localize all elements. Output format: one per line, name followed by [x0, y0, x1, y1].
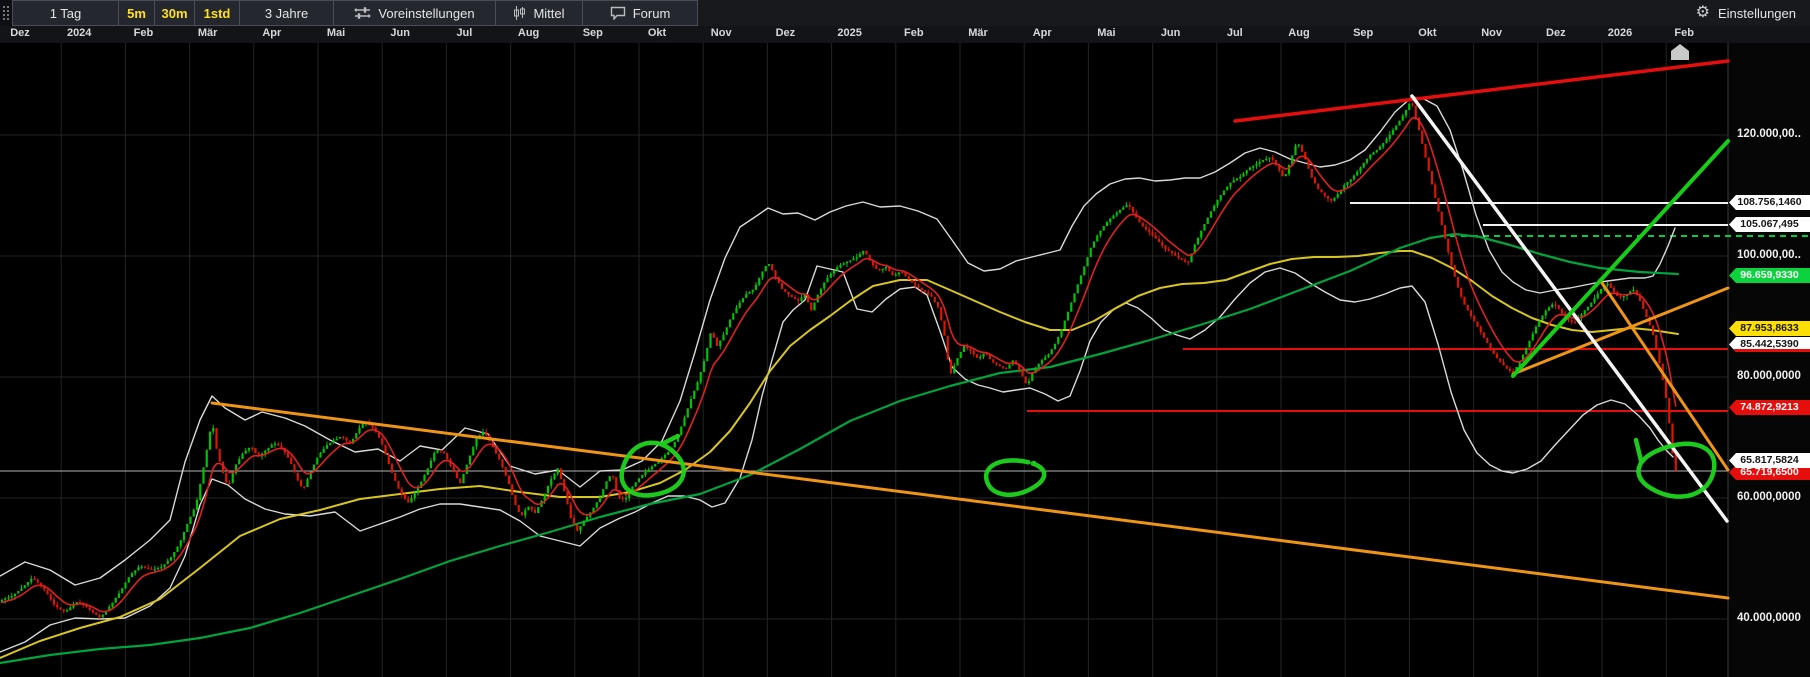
- white-line-tag-red-accent: 85.442,5390: [1729, 337, 1810, 352]
- green-ma-tag: 96.659,9330: [1729, 268, 1810, 283]
- y-axis-gridline-label: 100.000,00..: [1737, 249, 1809, 263]
- y-axis-gridline-label: 60.000,0000: [1737, 491, 1809, 505]
- trading-chart-window: { "toolbar":{ "timeframe_active":"1 Tag"…: [0, 0, 1810, 677]
- red-line-tag: 74.872,9213: [1729, 400, 1810, 415]
- white-line-tag: 65.817,5824: [1729, 453, 1810, 468]
- y-axis-gridline-label: 120.000,00..: [1737, 128, 1809, 142]
- yellow-ma-tag: 87.953,8633: [1729, 321, 1810, 336]
- y-axis-gridline-label: 80.000,0000: [1737, 370, 1809, 384]
- white-line-tag: 108.756,1460: [1729, 195, 1810, 210]
- chart-canvas[interactable]: [0, 0, 1810, 677]
- y-axis-gridline-label: 40.000,0000: [1737, 612, 1809, 626]
- white-line-tag: 105.067,495: [1729, 217, 1810, 232]
- plot-area[interactable]: [0, 43, 1728, 677]
